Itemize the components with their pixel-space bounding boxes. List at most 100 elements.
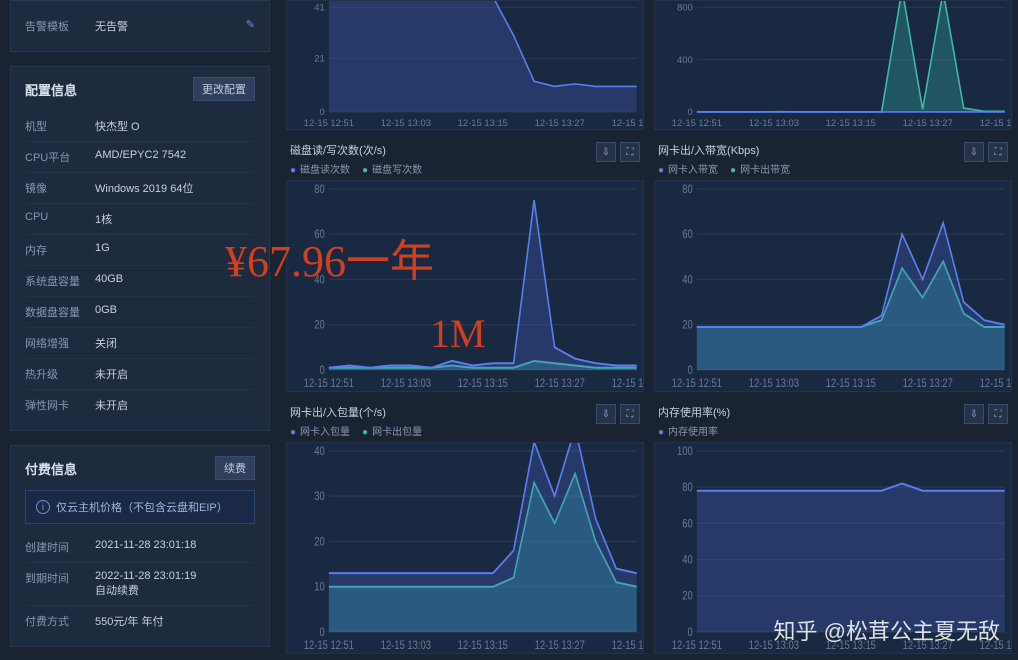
svg-text:40: 40 (682, 273, 693, 286)
legend-item: 磁盘读次数 (290, 161, 350, 176)
legend-item: 网卡出带宽 (730, 161, 790, 176)
svg-text:80: 80 (682, 183, 693, 196)
svg-text:12-15 13:39: 12-15 13:39 (612, 377, 643, 390)
svg-text:20: 20 (314, 319, 325, 332)
svg-text:0: 0 (687, 107, 692, 118)
chart-plot: 0 20 40 60 80 12-15 12:51 12-15 13:03 12-15 13:… (654, 180, 1012, 392)
svg-text:12-15 13:15: 12-15 13:15 (458, 118, 508, 129)
payment-title: 付费信息 (25, 459, 77, 478)
svg-text:12-15 13:39: 12-15 13:39 (980, 118, 1011, 129)
overlay-price: ¥67.96一年 (225, 225, 434, 289)
svg-text:12-15 12:51: 12-15 12:51 (672, 639, 722, 652)
svg-text:12-15 13:27: 12-15 13:27 (535, 377, 585, 390)
row-key: 数据盘容量 (25, 304, 95, 320)
svg-text:41: 41 (314, 3, 324, 14)
chart-title: 网卡出/入包量(个/s) (290, 404, 422, 420)
svg-text:800: 800 (677, 3, 693, 14)
info-row: 热升级未开启 (25, 359, 255, 390)
svg-text:0: 0 (319, 107, 324, 118)
info-icon: i (36, 500, 50, 514)
watermark: 知乎 @松茸公主夏无敌 (774, 614, 1000, 646)
alarm-value: 无告警 (95, 18, 246, 34)
expand-icon[interactable]: ⛶ (988, 404, 1008, 424)
row-key: 弹性网卡 (25, 397, 95, 413)
download-icon[interactable]: ⇩ (964, 404, 984, 424)
chart-title: 内存使用率(%) (658, 404, 730, 420)
expand-icon[interactable]: ⛶ (620, 142, 640, 162)
legend-item: 网卡入包量 (290, 423, 350, 438)
row-key: 系统盘容量 (25, 273, 95, 289)
price-note: i 仅云主机价格（不包含云盘和EIP） (25, 490, 255, 524)
info-row: CPU平台AMD/EPYC2 7542 (25, 142, 255, 173)
svg-text:12-15 13:15: 12-15 13:15 (458, 377, 508, 390)
svg-text:12-15 12:51: 12-15 12:51 (672, 377, 722, 390)
row-key: CPU平台 (25, 149, 95, 165)
legend-item: 网卡入带宽 (658, 161, 718, 176)
svg-text:12-15 13:39: 12-15 13:39 (612, 118, 643, 129)
row-key: 付费方式 (25, 613, 95, 629)
info-row: 付费方式550元/年 年付 (25, 606, 255, 636)
row-key: 创建时间 (25, 539, 95, 555)
alarm-key: 告警模板 (25, 18, 95, 34)
row-key: 内存 (25, 242, 95, 258)
svg-text:12-15 13:15: 12-15 13:15 (826, 377, 876, 390)
svg-text:0: 0 (319, 626, 324, 639)
edit-icon[interactable]: ✎ (246, 18, 255, 31)
svg-text:12-15 13:15: 12-15 13:15 (826, 118, 876, 129)
svg-text:12-15 13:27: 12-15 13:27 (535, 639, 585, 652)
svg-text:20: 20 (682, 319, 693, 332)
chart-card: 0214112-15 12:5112-15 13:0312-15 13:1512… (286, 0, 644, 130)
svg-text:60: 60 (682, 517, 693, 530)
chart-title: 网卡出/入带宽(Kbps) (658, 142, 790, 158)
svg-text:12-15 12:51: 12-15 12:51 (304, 639, 354, 652)
svg-text:0: 0 (687, 364, 692, 377)
legend-item: 磁盘写次数 (362, 161, 422, 176)
payment-panel: 付费信息 续费 i 仅云主机价格（不包含云盘和EIP） 创建时间2021-11-… (10, 445, 270, 647)
svg-text:80: 80 (314, 183, 325, 196)
svg-text:12-15 13:03: 12-15 13:03 (749, 118, 799, 129)
svg-text:12-15 13:03: 12-15 13:03 (749, 377, 799, 390)
row-value: 0GB (95, 304, 255, 316)
svg-text:12-15 13:27: 12-15 13:27 (535, 118, 585, 129)
info-row: 创建时间2021-11-28 23:01:18 (25, 532, 255, 563)
download-icon[interactable]: ⇩ (964, 142, 984, 162)
info-row: 网络增强关闭 (25, 328, 255, 359)
row-value: 550元/年 年付 (95, 613, 255, 629)
row-key: 到期时间 (25, 570, 95, 586)
row-key: CPU (25, 211, 95, 223)
svg-text:80: 80 (682, 481, 693, 494)
svg-text:12-15 13:27: 12-15 13:27 (903, 377, 953, 390)
info-row: 弹性网卡未开启 (25, 390, 255, 420)
svg-text:40: 40 (682, 554, 693, 567)
svg-text:12-15 13:39: 12-15 13:39 (980, 377, 1011, 390)
svg-text:20: 20 (682, 590, 693, 603)
expand-icon[interactable]: ⛶ (620, 404, 640, 424)
renew-button[interactable]: 续费 (215, 456, 255, 480)
row-key: 网络增强 (25, 335, 95, 351)
chart-plot: 040080012-15 12:5112-15 13:0312-15 13:15… (654, 0, 1012, 130)
info-row: 机型快杰型 O (25, 111, 255, 142)
svg-text:12-15 13:27: 12-15 13:27 (903, 118, 953, 129)
svg-text:100: 100 (677, 445, 693, 458)
info-row: 镜像Windows 2019 64位 (25, 173, 255, 204)
row-value: 2021-11-28 23:01:18 (95, 539, 255, 551)
expand-icon[interactable]: ⛶ (988, 142, 1008, 162)
svg-text:12-15 13:03: 12-15 13:03 (381, 377, 431, 390)
row-value: 未开启 (95, 397, 255, 413)
row-value: AMD/EPYC2 7542 (95, 149, 255, 161)
svg-text:60: 60 (682, 228, 693, 241)
info-row: 到期时间2022-11-28 23:01:19自动续费 (25, 563, 255, 606)
chart-plot: 0214112-15 12:5112-15 13:0312-15 13:1512… (286, 0, 644, 130)
row-value: Windows 2019 64位 (95, 180, 255, 196)
row-value: 未开启 (95, 366, 255, 382)
svg-text:12-15 12:51: 12-15 12:51 (672, 118, 722, 129)
download-icon[interactable]: ⇩ (596, 142, 616, 162)
download-icon[interactable]: ⇩ (596, 404, 616, 424)
svg-text:30: 30 (314, 490, 325, 503)
row-key: 热升级 (25, 366, 95, 382)
svg-text:21: 21 (314, 54, 324, 65)
change-config-button[interactable]: 更改配置 (193, 77, 255, 101)
svg-text:12-15 12:51: 12-15 12:51 (304, 377, 354, 390)
config-title: 配置信息 (25, 80, 77, 99)
legend-item: 网卡出包量 (362, 423, 422, 438)
